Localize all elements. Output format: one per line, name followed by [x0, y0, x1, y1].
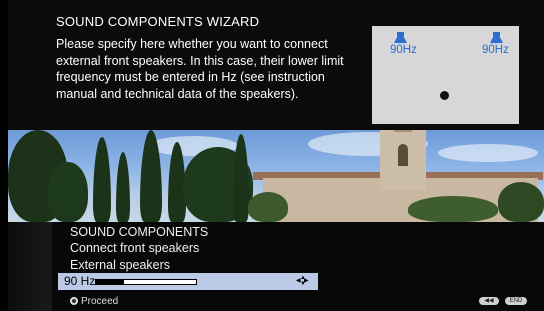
front-right-speaker-icon — [490, 32, 503, 44]
speaker-layout-preview: 90Hz 90Hz — [372, 26, 519, 124]
frequency-slider[interactable] — [95, 279, 197, 285]
menu-item-external-speakers[interactable]: External speakers — [70, 258, 170, 272]
end-button[interactable]: END — [505, 297, 527, 305]
menu-item-connect-front-speakers[interactable]: Connect front speakers — [70, 241, 199, 255]
wizard-title: SOUND COMPONENTS WIZARD — [56, 14, 260, 29]
menu-heading: SOUND COMPONENTS — [70, 225, 209, 239]
background-landscape-image — [8, 130, 544, 222]
sound-components-menu: SOUND COMPONENTS Connect front speakers … — [8, 222, 544, 311]
wizard-panel: SOUND COMPONENTS WIZARD Please specify h… — [8, 0, 544, 130]
front-left-speaker-icon — [394, 32, 407, 44]
menu-side-bar — [8, 222, 52, 311]
front-right-frequency-label: 90Hz — [482, 44, 509, 56]
bell-tower — [380, 130, 426, 190]
frequency-slider-fill — [96, 280, 124, 284]
frequency-value: 90 Hz — [64, 274, 96, 288]
back-button[interactable]: ◀◀ — [479, 297, 499, 305]
listener-position-icon — [440, 91, 449, 100]
proceed-hint[interactable]: Proceed — [70, 296, 118, 307]
wizard-description: Please specify here whether you want to … — [56, 37, 344, 101]
proceed-label: Proceed — [81, 296, 119, 307]
navigation-arrows-icon: ▲ ◀ ▶ ▼ — [296, 275, 309, 287]
frequency-setting-row[interactable]: 90 Hz ▲ ◀ ▶ ▼ — [58, 273, 318, 290]
ok-button-icon — [70, 297, 78, 305]
front-left-frequency-label: 90Hz — [390, 44, 417, 56]
